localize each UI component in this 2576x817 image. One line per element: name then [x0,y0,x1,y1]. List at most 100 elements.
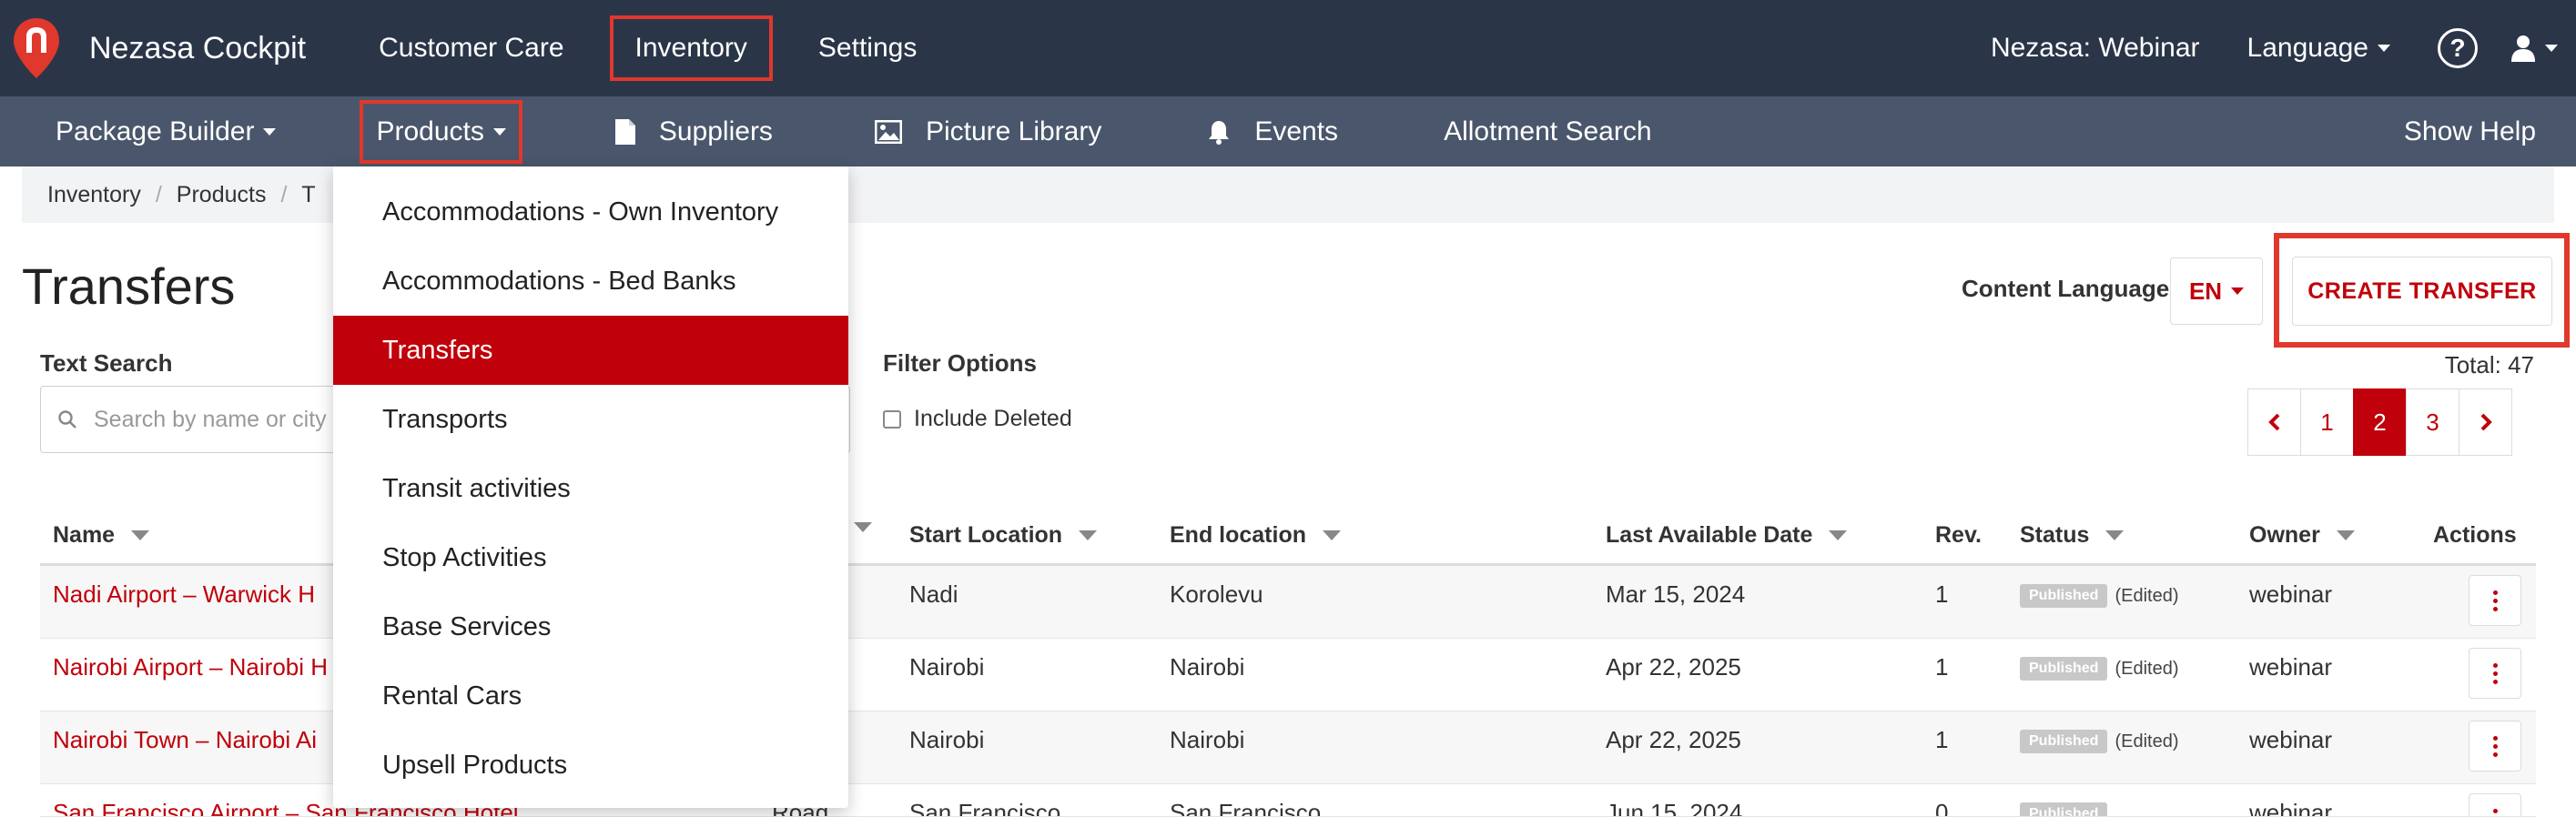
last-available-date: Mar 15, 2024 [1606,580,1746,608]
sort-icon [1323,530,1341,540]
include-deleted-option[interactable]: Include Deleted [883,406,1072,432]
main-nav: Customer Care Inventory Settings [357,0,962,96]
user-menu[interactable] [2510,35,2558,62]
column-header-label: Status [2020,522,2090,548]
status-badge: Published [2020,802,2108,816]
last-available-date: Jun 15, 2024 [1606,799,1743,817]
start-location: San Francisco [909,799,1061,817]
brand[interactable]: Nezasa Cockpit [0,0,306,96]
menu-item-base-services[interactable]: Base Services [333,592,848,661]
transfer-name-link[interactable]: Nairobi Airport – Nairobi H [53,653,328,681]
pagination-page-3[interactable]: 3 [2406,388,2459,456]
owner: webinar [2249,799,2333,817]
column-header-name[interactable]: Name [53,522,150,549]
transfer-name-link[interactable]: Nadi Airport – Warwick H [53,580,315,609]
owner: webinar [2249,580,2333,608]
image-icon [874,119,902,144]
language-dropdown[interactable]: Language [2247,33,2390,64]
content-language-value: EN [2188,277,2223,305]
menu-item-transports[interactable]: Transports [333,385,848,454]
menu-item-accommodations-bed-banks[interactable]: Accommodations - Bed Banks [333,247,848,316]
menu-item-stop-activities[interactable]: Stop Activities [333,523,848,592]
menu-item-transit-activities[interactable]: Transit activities [333,454,848,523]
breadcrumb-separator: / [155,181,162,207]
chevron-right-icon [2480,413,2492,431]
subnav-products[interactable]: Products [360,99,522,164]
search-icon [58,410,76,429]
row-actions-button[interactable] [2469,793,2521,816]
more-vertical-icon [2492,606,2498,611]
nav-settings[interactable]: Settings [796,15,938,81]
sort-icon [2105,530,2125,540]
column-header-label: Start Location [909,522,1063,548]
bell-icon [1207,119,1231,145]
products-label: Products [376,116,484,146]
sub-navbar: Package Builder Products Suppliers Pictu… [0,96,2576,166]
column-header-start-location[interactable]: Start Location [909,522,1098,549]
picture-library-label: Picture Library [925,116,1102,146]
menu-item-accommodations-own-inventory[interactable]: Accommodations - Own Inventory [333,177,848,247]
more-vertical-icon [2492,735,2498,741]
more-vertical-icon [2492,679,2498,684]
page-title: Transfers [22,257,236,315]
row-actions-button[interactable] [2469,575,2521,626]
organization-name[interactable]: Nezasa: Webinar [1991,33,2200,64]
nezasa-logo-icon [9,15,64,81]
more-vertical-icon [2492,590,2498,595]
sort-icon [131,530,150,540]
include-deleted-checkbox[interactable] [883,409,901,429]
breadcrumb-separator: / [280,181,288,207]
menu-item-upsell-products[interactable]: Upsell Products [333,731,848,800]
status-cell: Published (Edited) [2020,653,2178,681]
start-location: Nairobi [909,653,985,681]
question-circle-icon[interactable]: ? [2438,28,2478,68]
subnav-suppliers[interactable]: Suppliers [606,96,782,166]
sort-icon [1079,530,1098,540]
revision: 1 [1935,580,1949,608]
caret-down-icon [263,127,277,136]
caret-down-icon [2545,45,2558,52]
more-vertical-icon [2492,671,2498,676]
subnav-package-builder[interactable]: Package Builder [46,96,285,166]
column-header-label: Rev. [1935,522,1982,548]
more-vertical-icon [2492,662,2498,668]
nav-inventory[interactable]: Inventory [609,15,773,81]
status-note: (Edited) [2115,731,2179,751]
status-cell: Published (Edited) [2020,726,2178,754]
column-header-last-available-date[interactable]: Last Available Date [1606,522,1848,549]
row-actions-button[interactable] [2469,648,2521,699]
create-transfer-button[interactable]: CREATE TRANSFER [2292,257,2552,326]
sort-icon [2336,530,2355,540]
breadcrumb-inventory[interactable]: Inventory [47,182,141,208]
text-search-label: Text Search [40,349,173,377]
top-navbar: Nezasa Cockpit Customer Care Inventory S… [0,0,2576,96]
column-header-end-location[interactable]: End location [1170,522,1341,549]
pagination-prev-button[interactable] [2247,388,2301,456]
column-header-status[interactable]: Status [2020,522,2125,549]
row-actions-button[interactable] [2469,721,2521,772]
breadcrumb-products[interactable]: Products [177,182,267,208]
column-header-rev: Rev. [1935,522,1982,549]
user-icon [2511,35,2535,62]
pagination-next-button[interactable] [2459,388,2512,456]
status-note: (Edited) [2115,585,2179,606]
menu-item-transfers[interactable]: Transfers [333,316,848,385]
caret-down-icon [492,127,506,136]
file-icon [614,118,635,145]
filter-options-label: Filter Options [883,349,1037,377]
column-header-owner[interactable]: Owner [2249,522,2355,549]
column-header-label: Last Available Date [1606,522,1813,548]
subnav-events[interactable]: Events [1198,96,1347,166]
caret-down-icon [2378,45,2390,52]
subnav-allotment-search[interactable]: Allotment Search [1435,96,1660,166]
subnav-picture-library[interactable]: Picture Library [866,96,1111,166]
show-help-link[interactable]: Show Help [2404,116,2576,147]
suppliers-label: Suppliers [658,116,773,146]
menu-item-rental-cars[interactable]: Rental Cars [333,661,848,731]
column-header-actions: Actions [2433,522,2517,549]
content-language-select[interactable]: EN [2170,257,2263,325]
nav-customer-care[interactable]: Customer Care [357,15,585,81]
transfer-name-link[interactable]: Nairobi Town – Nairobi Ai [53,726,317,754]
pagination-page-1[interactable]: 1 [2300,388,2354,456]
pagination-page-2[interactable]: 2 [2353,388,2407,456]
